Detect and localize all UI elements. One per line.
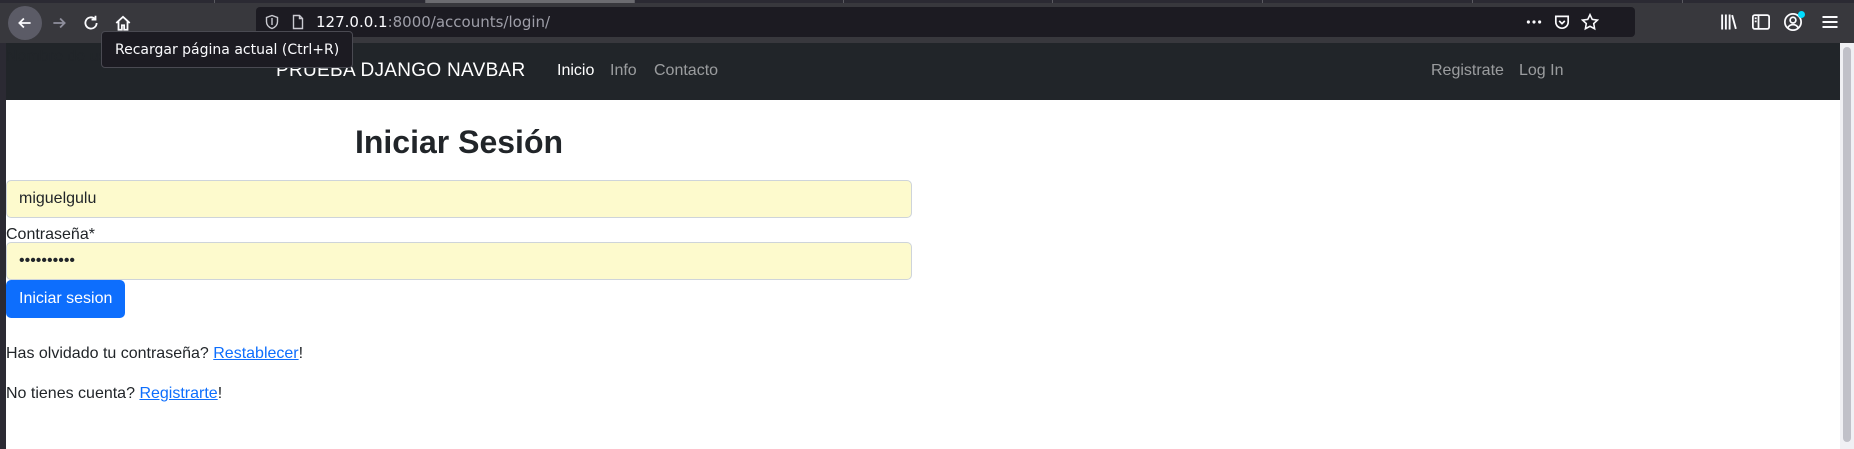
forward-button[interactable] [42, 6, 76, 40]
page-viewport: PRUEBA DJANGO NAVBAR Inicio Info Contact… [0, 43, 1854, 449]
forward-icon [53, 17, 66, 29]
page-icon[interactable] [290, 14, 306, 30]
more-icon[interactable] [1525, 13, 1543, 31]
username-field[interactable] [6, 180, 912, 218]
menu-icon[interactable] [1820, 12, 1840, 32]
password-field[interactable] [6, 242, 912, 280]
reload-tooltip: Recargar página actual (Ctrl+R) [101, 31, 354, 68]
library-icon[interactable] [1719, 12, 1739, 32]
tab-strip [0, 0, 1854, 3]
address-bar[interactable]: 127.0.0.1:8000/accounts/login/ [256, 7, 1635, 37]
pocket-icon[interactable] [1553, 13, 1571, 31]
url-host: 127.0.0.1 [316, 13, 388, 31]
login-submit-button[interactable]: Iniciar sesion [6, 280, 126, 318]
register-suffix: ! [217, 385, 223, 402]
home-icon [115, 15, 131, 31]
page-scrollbar[interactable] [1840, 43, 1854, 449]
register-text: No tienes cuenta? Registrarte! [6, 385, 222, 403]
bookmark-star-icon[interactable] [1581, 13, 1599, 31]
reset-password-link[interactable]: Restablecer [213, 345, 298, 362]
url-path: :8000/accounts/login/ [387, 13, 551, 31]
page-title: Iniciar Sesión [354, 124, 564, 160]
forgot-password-suffix: ! [298, 345, 304, 362]
scrollbar-thumb[interactable] [1843, 47, 1851, 442]
register-prefix: No tienes cuenta? [6, 385, 135, 402]
sidebar-icon[interactable] [1751, 12, 1771, 32]
account-button[interactable] [1783, 11, 1805, 32]
forgot-password-prefix: Has olvidado tu contraseña? [6, 345, 209, 362]
back-icon [18, 17, 31, 29]
shield-icon[interactable] [264, 14, 280, 30]
register-link[interactable]: Registrarte [139, 385, 217, 402]
reload-icon [84, 15, 98, 30]
back-button[interactable] [8, 6, 42, 40]
notification-dot [1798, 11, 1805, 18]
forgot-password-text: Has olvidado tu contraseña? Restablecer! [6, 345, 303, 363]
url-text[interactable]: 127.0.0.1:8000/accounts/login/ [316, 13, 550, 31]
login-content: Iniciar Sesión Nombre de usuario* Contra… [6, 43, 1840, 449]
